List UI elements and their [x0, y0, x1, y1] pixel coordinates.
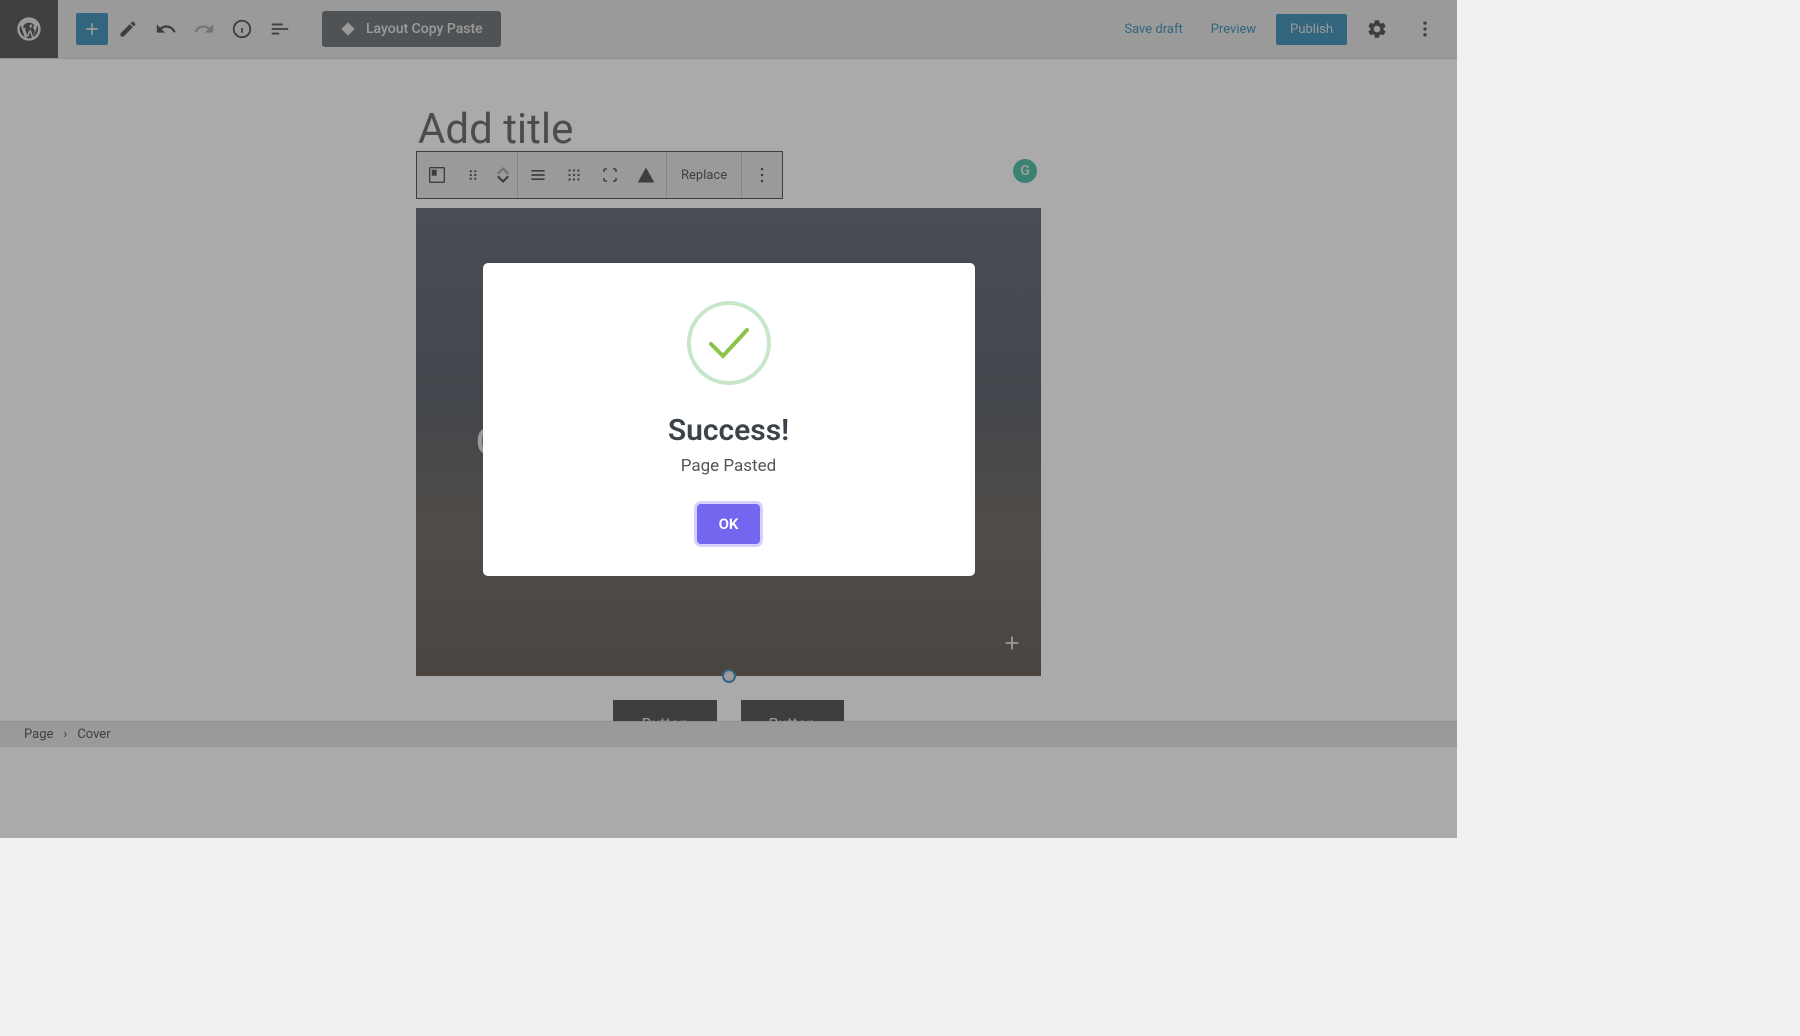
checkmark-icon	[707, 326, 751, 360]
modal-title: Success!	[668, 413, 789, 448]
modal-ok-button[interactable]: OK	[697, 504, 761, 544]
modal-overlay: Success! Page Pasted OK	[0, 0, 1457, 838]
success-check-icon	[687, 301, 771, 385]
modal-message: Page Pasted	[681, 456, 776, 476]
success-modal: Success! Page Pasted OK	[483, 263, 975, 576]
